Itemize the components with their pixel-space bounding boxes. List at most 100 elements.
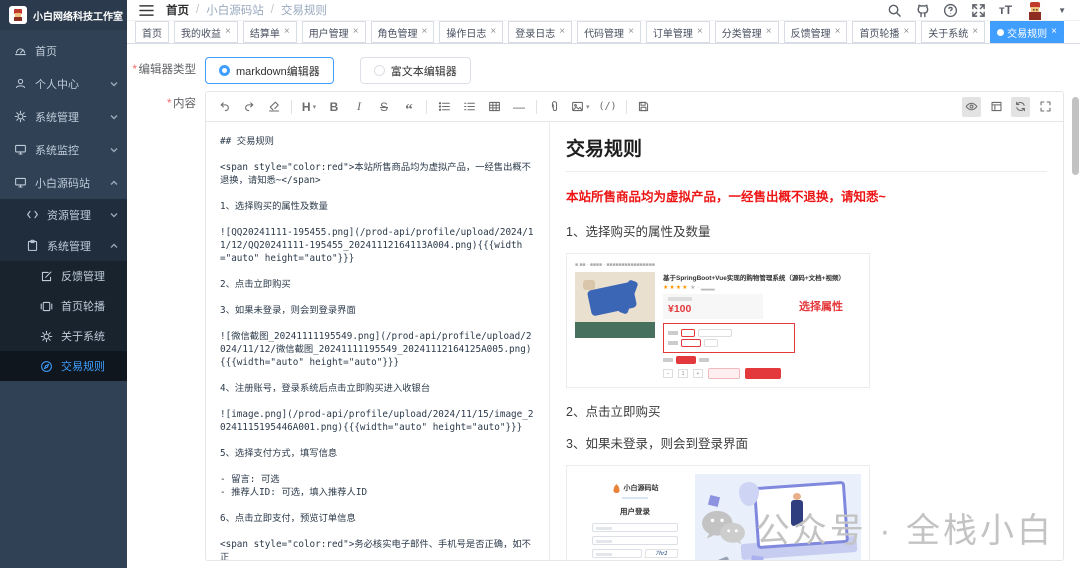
sidebar-item-label: 小白源码站 [35, 177, 90, 190]
expand-icon[interactable] [1037, 97, 1053, 117]
chevron-down-icon: ▾ [312, 103, 317, 111]
tab-code-mgmt[interactable]: 代码管理 × [577, 21, 641, 43]
tab-op-logs[interactable]: 操作日志 × [439, 21, 504, 43]
sidebar-item-feedback[interactable]: 反馈管理 [0, 261, 127, 291]
tab-label: 我的收益 [181, 28, 221, 40]
ordered-list-icon[interactable] [461, 97, 477, 117]
close-icon[interactable]: × [835, 27, 841, 37]
italic-icon[interactable]: I [351, 97, 367, 117]
sidebar-item-label: 首页轮播 [61, 301, 105, 313]
buy-now-button[interactable] [708, 368, 740, 379]
attribute-chip[interactable] [704, 339, 718, 347]
sidebar-item-carousel[interactable]: 首页轮播 [0, 291, 127, 321]
close-icon[interactable]: × [490, 27, 496, 37]
hamburger-icon[interactable] [139, 4, 154, 17]
avatar[interactable] [1025, 0, 1046, 20]
sidebar-item-source-site[interactable]: 小白源码站 [0, 166, 127, 199]
close-icon[interactable]: × [225, 27, 231, 37]
close-icon[interactable]: × [422, 27, 428, 37]
sidebar-item-profile[interactable]: 个人中心 [0, 67, 127, 100]
link-icon[interactable] [546, 97, 562, 117]
scrollbar-thumb[interactable] [1072, 97, 1079, 175]
close-icon[interactable]: × [903, 27, 909, 37]
toolbar-divider [426, 99, 427, 114]
close-icon[interactable]: × [766, 27, 772, 37]
close-icon[interactable]: × [353, 27, 359, 37]
code-block-icon[interactable]: (/) [599, 97, 617, 117]
eraser-icon[interactable] [266, 97, 282, 117]
close-icon[interactable]: × [1051, 27, 1057, 37]
app-logo[interactable]: 小白网络科技工作室 [0, 0, 127, 30]
toolbar-divider [625, 99, 627, 114]
feedback-icon [41, 271, 52, 281]
attribute-chip[interactable] [681, 329, 695, 337]
close-icon[interactable]: × [628, 27, 634, 37]
unordered-list-icon[interactable] [436, 97, 452, 117]
sidebar-item-sub-system[interactable]: 系统管理 [0, 230, 127, 261]
attribute-chip[interactable] [681, 339, 701, 347]
service-chip[interactable] [676, 356, 696, 364]
save-icon[interactable] [636, 97, 652, 117]
markdown-source-pane[interactable]: ## 交易规则 <span style="color:red">本站所售商品均为… [206, 122, 550, 560]
redo-icon[interactable] [241, 97, 257, 117]
rules-icon [41, 360, 52, 372]
layout-icon[interactable] [988, 97, 1004, 117]
close-icon[interactable]: × [559, 27, 565, 37]
attribute-chip[interactable] [698, 329, 732, 337]
radio-markdown-editor[interactable]: markdown编辑器 [205, 57, 334, 84]
tab-my-earnings[interactable]: 我的收益 × [174, 21, 238, 43]
close-icon[interactable]: × [284, 27, 290, 37]
close-icon[interactable]: × [697, 27, 703, 37]
price-label-bar [668, 297, 692, 301]
markdown-line: - 留言: 可选 - 推荐人ID: 可选，填入推荐人ID [220, 474, 368, 498]
preview-eye-icon[interactable] [962, 96, 981, 117]
sidebar-item-about[interactable]: 关于系统 [0, 321, 127, 351]
caret-down-icon[interactable]: ▼ [1058, 6, 1066, 15]
tab-login-logs[interactable]: 登录日志 × [508, 21, 573, 43]
breadcrumb-group: 小白源码站 [206, 5, 264, 17]
sidebar-item-home[interactable]: 首页 [0, 34, 127, 67]
bold-icon[interactable]: B [326, 97, 342, 117]
undo-icon[interactable] [216, 97, 232, 117]
github-icon[interactable] [915, 3, 930, 18]
sidebar-item-system[interactable]: 系统管理 [0, 100, 127, 133]
help-icon[interactable] [943, 3, 958, 18]
tab-orders[interactable]: 订单管理 × [645, 21, 710, 43]
heading-icon[interactable]: H ▾ [301, 97, 317, 117]
sync-scroll-icon[interactable] [1011, 96, 1030, 117]
tab-label: 登录日志 [515, 28, 556, 40]
font-size-icon[interactable]: тT [999, 3, 1012, 17]
quote-icon[interactable]: “ [401, 97, 417, 117]
fullscreen-icon[interactable] [971, 3, 986, 18]
tab-trade-rules[interactable]: 交易规则 × [990, 21, 1064, 43]
tab-home[interactable]: 首页 [135, 21, 169, 43]
strikethrough-icon[interactable]: S [376, 97, 392, 117]
sidebar-item-monitor[interactable]: 系统监控 [0, 133, 127, 166]
markdown-preview-pane: 交易规则 本站所售商品均为虚拟产品，一经售出概不退换，请知悉~ 1、选择购买的属… [550, 122, 1063, 560]
horizontal-rule-icon[interactable]: — [511, 97, 527, 117]
image-icon[interactable]: ▾ [571, 97, 590, 117]
radio-richtext-editor[interactable]: 富文本编辑器 [359, 57, 471, 84]
tab-about[interactable]: 关于系统 × [921, 21, 986, 43]
username-field[interactable] [591, 523, 679, 532]
close-icon[interactable]: × [972, 27, 978, 37]
table-icon[interactable] [486, 97, 502, 117]
markdown-line: 2、点击立即购买 [220, 279, 291, 290]
password-field[interactable] [591, 536, 679, 545]
captcha-field[interactable] [591, 549, 642, 558]
tab-users[interactable]: 用户管理 × [301, 21, 366, 43]
breadcrumb-home[interactable]: 首页 [166, 2, 189, 18]
sidebar-item-resources[interactable]: 资源管理 [0, 199, 127, 230]
tab-settlement[interactable]: 结算单 × [242, 21, 297, 43]
tab-categories[interactable]: 分类管理 × [714, 21, 779, 43]
tab-carousel[interactable]: 首页轮播 × [852, 21, 917, 43]
search-icon[interactable] [887, 3, 902, 18]
captcha-image[interactable]: 7hr1 [644, 549, 679, 558]
radio-dot [219, 65, 230, 76]
tab-feedback[interactable]: 反馈管理 × [783, 21, 848, 43]
add-to-cart-button[interactable] [745, 368, 781, 379]
qty-increase-button[interactable]: + [693, 369, 703, 378]
tab-roles[interactable]: 角色管理 × [370, 21, 435, 43]
sidebar-item-trade-rules[interactable]: 交易规则 [0, 351, 127, 381]
qty-decrease-button[interactable]: − [663, 369, 673, 378]
